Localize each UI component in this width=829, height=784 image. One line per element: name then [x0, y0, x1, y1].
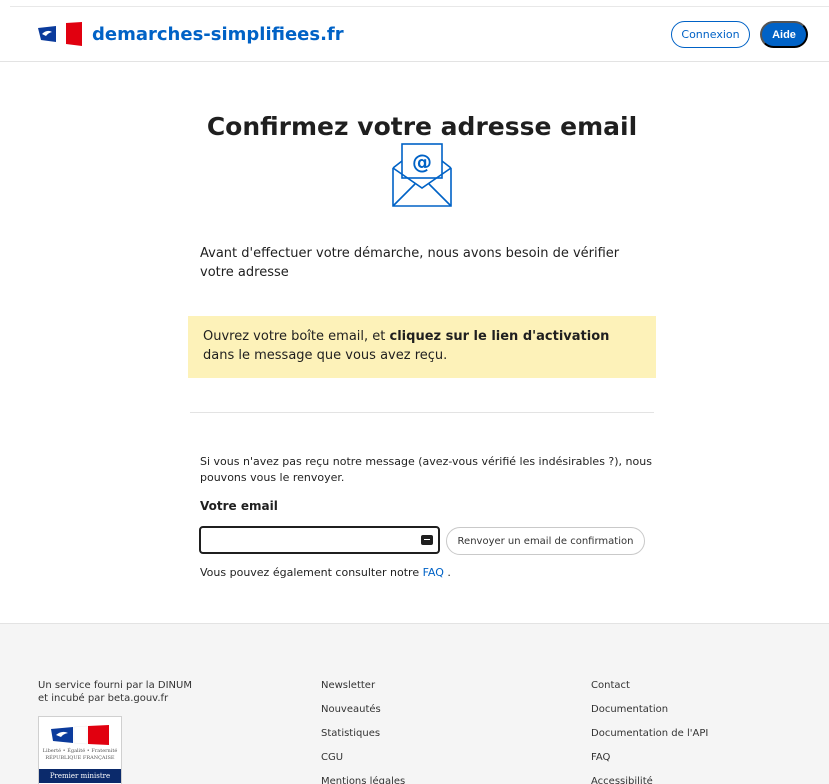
activation-notice: Ouvrez votre boîte email, et cliquez sur…: [188, 316, 656, 378]
intro-text: Avant d'effectuer votre démarche, nous a…: [200, 246, 620, 280]
footer-link-faq[interactable]: FAQ: [591, 752, 708, 776]
open-envelope-icon: @: [392, 143, 452, 207]
footer-links-column-1: Newsletter Nouveautés Statistiques CGU M…: [321, 680, 405, 784]
resend-confirmation-button[interactable]: Renvoyer un email de confirmation: [446, 527, 645, 555]
aide-button[interactable]: Aide: [760, 21, 808, 48]
footer-service-line-2: et incubé par beta.gouv.fr: [38, 693, 169, 704]
brand-link[interactable]: demarches-simplifiees.fr: [38, 22, 344, 46]
footer-link-accessibilite[interactable]: Accessibilité: [591, 776, 708, 784]
marianne-flag-icon: [38, 22, 82, 46]
faq-line: Vous pouvez également consulter notre FA…: [200, 566, 451, 579]
footer-link-cgu[interactable]: CGU: [321, 752, 405, 776]
faq-text-after: .: [443, 566, 451, 579]
logo-motto-line-1: Liberté • Égalité • Fraternité: [42, 748, 118, 754]
faq-link[interactable]: FAQ: [423, 566, 444, 579]
premier-ministre-logo[interactable]: Liberté • Égalité • Fraternité RÉPUBLIQU…: [38, 716, 122, 784]
svg-text:@: @: [412, 150, 432, 174]
logo-motto-line-2: RÉPUBLIQUE FRANÇAISE: [45, 755, 115, 761]
footer-link-documentation[interactable]: Documentation: [591, 704, 708, 728]
footer-link-mentions-legales[interactable]: Mentions légales: [321, 776, 405, 784]
resend-explanation: Si vous n'avez pas reçu notre message (a…: [200, 455, 652, 484]
footer-service-text: Un service fourni par la DINUM et incubé…: [38, 679, 192, 705]
footer-link-statistiques[interactable]: Statistiques: [321, 728, 405, 752]
notice-text-after: dans le message que vous avez reçu.: [203, 348, 448, 363]
footer-link-contact[interactable]: Contact: [591, 680, 708, 704]
logo-motto: Liberté • Égalité • Fraternité RÉPUBLIQU…: [39, 748, 121, 762]
footer-links-column-2: Contact Documentation Documentation de l…: [591, 680, 708, 784]
email-label: Votre email: [200, 499, 278, 513]
notice-text-before: Ouvrez votre boîte email, et: [203, 329, 390, 344]
footer-link-newsletter[interactable]: Newsletter: [321, 680, 405, 704]
connexion-button[interactable]: Connexion: [671, 21, 750, 48]
autofill-key-icon[interactable]: [421, 535, 433, 545]
marianne-logo-icon: [51, 725, 109, 745]
faq-text-before: Vous pouvez également consulter notre: [200, 566, 423, 579]
email-input[interactable]: [199, 526, 440, 554]
site-header: demarches-simplifiees.fr Connexion Aide: [0, 0, 829, 62]
site-footer: Un service fourni par la DINUM et incubé…: [0, 623, 829, 784]
footer-service-line-1: Un service fourni par la DINUM: [38, 680, 192, 691]
section-divider: [190, 412, 654, 413]
footer-link-documentation-api[interactable]: Documentation de l'API: [591, 728, 708, 752]
page-title: Confirmez votre adresse email: [206, 112, 638, 141]
brand-name: demarches-simplifiees.fr: [92, 23, 344, 45]
notice-text-bold: cliquez sur le lien d'activation: [389, 329, 610, 344]
footer-link-nouveautes[interactable]: Nouveautés: [321, 704, 405, 728]
logo-premier-ministre: Premier ministre: [39, 769, 121, 783]
top-border: [10, 6, 829, 7]
